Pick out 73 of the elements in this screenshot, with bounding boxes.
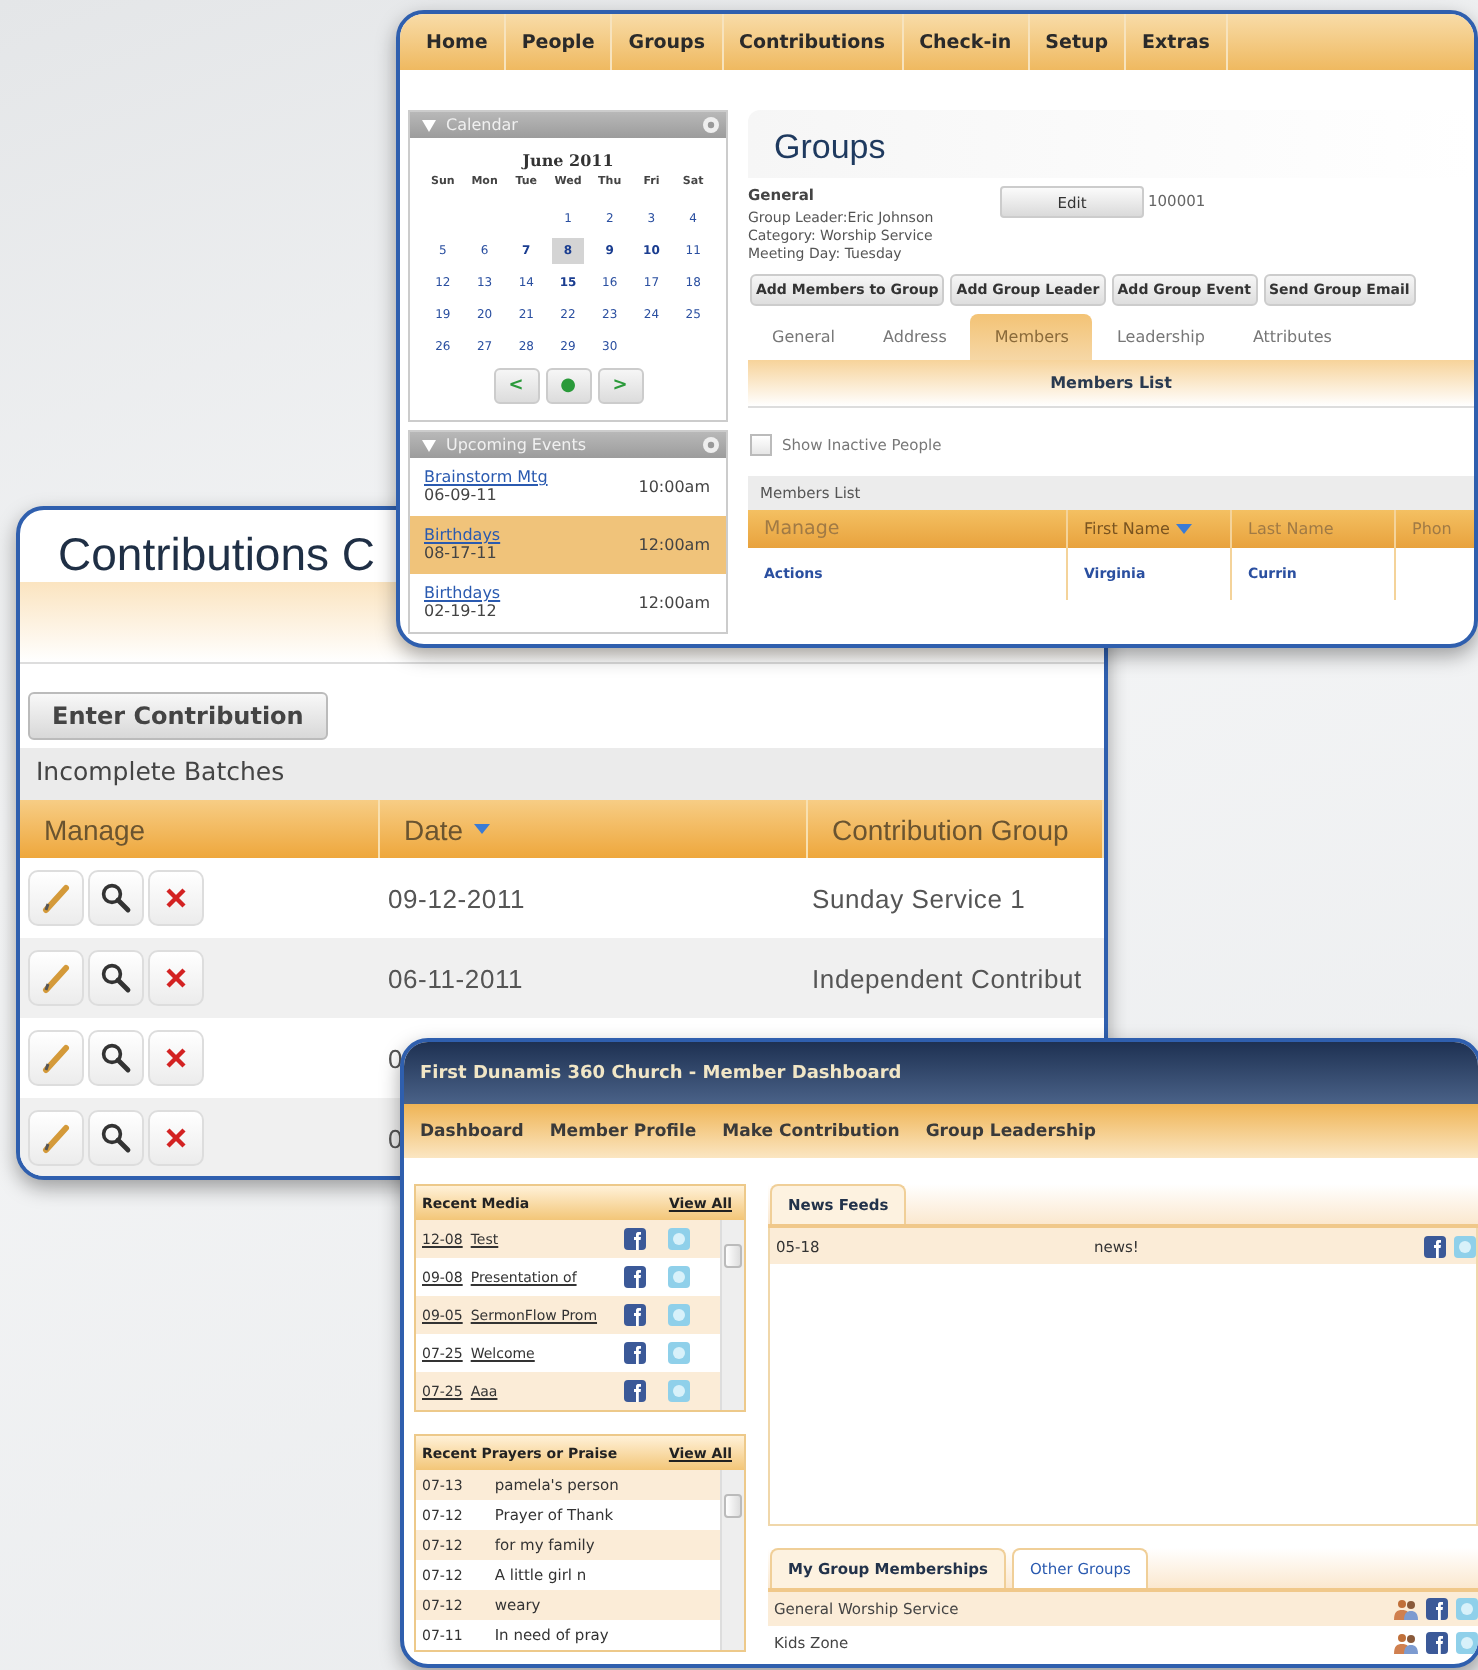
nav-item[interactable]: People <box>505 14 613 70</box>
nav-item[interactable]: Contributions <box>723 14 904 70</box>
delete-button[interactable] <box>148 1030 204 1086</box>
scrollbar[interactable] <box>720 1470 744 1650</box>
magnifier-icon <box>100 962 132 994</box>
section-title-bar: Members List <box>748 360 1474 408</box>
nav-item[interactable]: Member Profile <box>549 1121 697 1141</box>
event-date: 02-19-12 <box>424 602 499 620</box>
event-row[interactable]: Birthdays 02-19-12 12:00am <box>410 574 726 632</box>
magnifier-icon <box>100 1122 132 1154</box>
search-button[interactable] <box>88 870 144 926</box>
facebook-icon[interactable] <box>624 1380 647 1402</box>
nav-item[interactable]: Home <box>410 14 506 70</box>
nav-item[interactable]: Check-in <box>903 14 1030 70</box>
group-cell: Independent Contribut <box>812 963 1082 993</box>
delete-button[interactable] <box>148 950 204 1006</box>
date-cell: 06-11-2011 <box>388 963 524 993</box>
facebook-icon[interactable] <box>624 1342 647 1364</box>
window-title: Contributions C <box>58 528 376 582</box>
date-cell: 09-12-2011 <box>388 883 526 913</box>
event-link[interactable]: Birthdays <box>424 584 501 602</box>
facebook-icon[interactable] <box>624 1304 647 1326</box>
page-title: Groups <box>774 128 888 168</box>
magnifier-icon <box>100 882 132 914</box>
nav-item[interactable]: Groups <box>612 14 723 70</box>
delete-button[interactable] <box>148 870 204 926</box>
date-cell: 0 <box>388 1043 404 1073</box>
section-title: Incomplete Batches <box>20 748 1104 800</box>
event-date: 06-09-11 <box>424 486 499 504</box>
event-link[interactable]: Birthdays <box>424 526 501 544</box>
sort-arrow-icon <box>473 824 490 834</box>
event-row[interactable]: Birthdays 08-17-11 12:00am <box>410 516 726 574</box>
month-title: June 2011 <box>519 148 616 174</box>
column-header[interactable]: First Name <box>1068 510 1232 548</box>
pencil-icon <box>40 1122 72 1154</box>
nav-item[interactable]: Dashboard <box>420 1121 524 1141</box>
pencil-icon <box>40 962 72 994</box>
enter-contribution-button[interactable]: Enter Contribution <box>28 692 328 740</box>
tab[interactable]: Leadership <box>1092 314 1229 360</box>
nav-item[interactable]: Group Leadership <box>925 1121 1096 1141</box>
facebook-icon[interactable] <box>1426 1632 1448 1654</box>
event-date: 08-17-11 <box>424 544 499 562</box>
window-title-bar: First Dunamis 360 Church - Member Dashboard <box>404 1042 1478 1104</box>
facebook-icon[interactable] <box>624 1266 647 1288</box>
tab[interactable]: General <box>748 314 860 360</box>
people-icon[interactable] <box>1394 1632 1418 1654</box>
event-row[interactable]: Brainstorm Mtg 06-09-11 10:00am <box>410 458 726 516</box>
pencil-icon <box>40 1042 72 1074</box>
sort-arrow-icon <box>1175 524 1192 534</box>
nav-item[interactable]: Make Contribution <box>722 1121 900 1141</box>
tab[interactable]: Attributes <box>1228 314 1356 360</box>
search-button[interactable] <box>88 1030 144 1086</box>
event-link[interactable]: Brainstorm Mtg <box>424 468 548 486</box>
panel-title: Upcoming Events <box>446 436 589 454</box>
scrollbar[interactable] <box>720 1220 744 1410</box>
delete-button[interactable] <box>148 1110 204 1166</box>
facebook-icon[interactable] <box>1426 1598 1448 1620</box>
facebook-icon[interactable] <box>624 1228 647 1250</box>
tab[interactable]: Address <box>859 314 971 360</box>
facebook-icon[interactable] <box>1424 1235 1446 1257</box>
magnifier-icon <box>100 1042 132 1074</box>
search-button[interactable] <box>88 950 144 1006</box>
pencil-icon <box>40 882 72 914</box>
nav-item[interactable]: Setup <box>1029 14 1127 70</box>
search-button[interactable] <box>88 1110 144 1166</box>
event-time: 10:00am <box>638 477 710 495</box>
checkbox[interactable] <box>750 434 772 456</box>
group-cell: Sunday Service 1 <box>812 883 1026 913</box>
people-icon[interactable] <box>1394 1598 1418 1620</box>
panel-title: Calendar <box>446 116 520 134</box>
event-time: 12:00am <box>638 593 710 611</box>
nav-item[interactable]: Extras <box>1126 14 1228 70</box>
event-time: 12:00am <box>638 535 710 553</box>
